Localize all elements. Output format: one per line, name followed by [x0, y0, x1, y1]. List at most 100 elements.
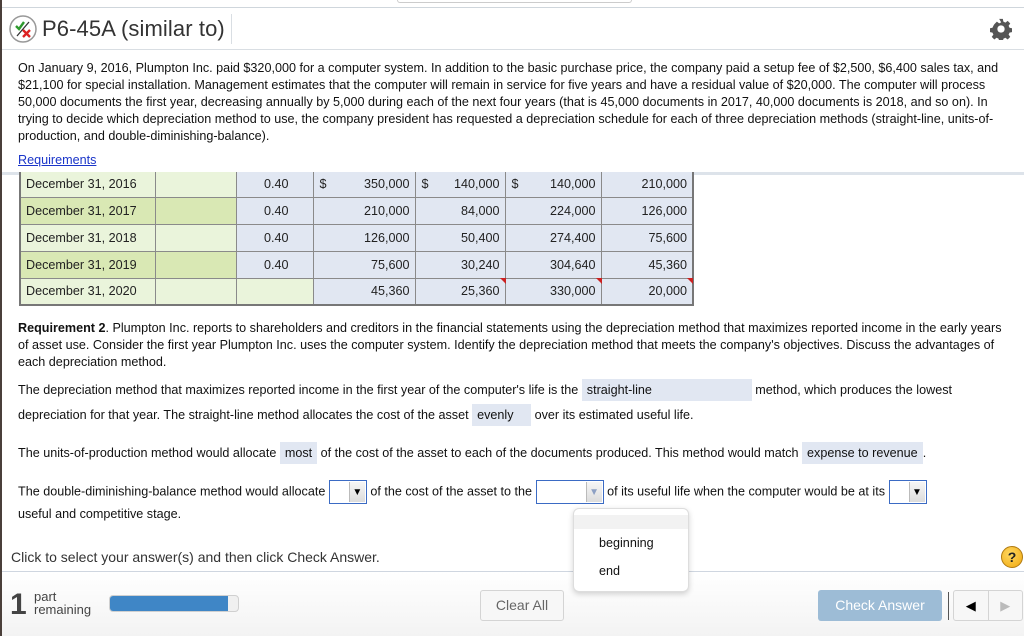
sentence-text: over its estimated useful life.: [534, 408, 694, 422]
help-icon[interactable]: ?: [1001, 546, 1023, 568]
cell-value: 75,600: [648, 230, 687, 245]
sentence-2: depreciation for that year. The straight…: [18, 404, 694, 426]
cell-rate: 0.40: [235, 223, 314, 252]
cell-depreciation: 25,360: [414, 277, 506, 306]
requirement-2: Requirement 2. Plumpton Inc. reports to …: [18, 320, 1008, 371]
table-row: December 31, 2020 45,360 25,360 330,000 20,0…: [19, 277, 694, 306]
window-edge: [0, 0, 2, 636]
cell-book-value-begin: 45,360: [312, 277, 416, 306]
cell-blank: [154, 172, 237, 198]
cell-rate: [235, 277, 314, 306]
partially-correct-icon: [9, 15, 37, 43]
life-stage-dropdown[interactable]: ▼: [535, 480, 604, 504]
sentence-text: The double-diminishing-balance method wo…: [18, 484, 326, 499]
answer-amount-dropdown[interactable]: most: [279, 442, 318, 464]
cell-blank: [154, 277, 237, 306]
problem-text: On January 9, 2016, Plumpton Inc. paid $…: [18, 61, 999, 143]
requirement-2-text: . Plumpton Inc. reports to shareholders …: [18, 321, 1002, 369]
question-nav: ◀ ▶: [953, 590, 1023, 621]
cell-value: 45,360: [370, 284, 410, 299]
sentence-4-continued: useful and competitive stage.: [18, 507, 181, 521]
sentence-text: method, which produces the lowest: [755, 383, 953, 397]
chevron-down-icon[interactable]: ▼: [908, 482, 925, 502]
cell-rate: 0.40: [235, 172, 314, 198]
progress-fill: [110, 596, 228, 611]
cell-accumulated: $140,000: [504, 172, 602, 198]
parts-remaining-label: part remaining: [34, 590, 91, 616]
answer-match-dropdown[interactable]: expense to revenue: [802, 442, 923, 464]
cell-depreciation: 50,400: [414, 223, 506, 252]
allocation-amount-dropdown[interactable]: ▼: [328, 480, 367, 504]
cell-rate: 0.40: [235, 196, 314, 225]
question-header: P6-45A (similar to): [2, 8, 1024, 50]
requirements-link[interactable]: Requirements: [18, 152, 96, 169]
cell-book-value-begin: $350,000: [312, 172, 416, 198]
cell-value: 274,400: [549, 230, 596, 245]
cell-accumulated: 274,400: [504, 223, 602, 252]
sentence-text: .: [922, 446, 927, 460]
cell-value: 304,640: [549, 257, 596, 272]
cell-depreciation: $140,000: [414, 172, 506, 198]
cell-date: December 31, 2017: [19, 196, 156, 225]
depreciation-schedule-table: December 31, 2016 0.40 $350,000 $140,000 $14…: [19, 172, 694, 306]
cell-date: December 31, 2019: [19, 250, 156, 279]
cell-book-value-end: 126,000: [600, 196, 694, 225]
sentence-text: of the cost of the asset to the: [370, 484, 533, 499]
footer-bar: 1 part remaining Clear All Check Answer …: [2, 572, 1024, 636]
next-question-button[interactable]: ▶: [989, 591, 1023, 620]
cell-date: December 31, 2016: [19, 172, 156, 198]
answer-allocation-dropdown[interactable]: evenly: [472, 404, 532, 426]
cell-value: 210,000: [363, 203, 410, 218]
clear-all-button[interactable]: Clear All: [480, 590, 564, 621]
cell-book-value-end: 75,600: [600, 223, 694, 252]
cell-value: 350,000: [363, 177, 410, 192]
check-answer-button[interactable]: Check Answer: [818, 590, 942, 621]
cell-blank: [154, 196, 237, 225]
sentence-4: The double-diminishing-balance method wo…: [18, 480, 927, 504]
cell-value: 30,240: [460, 257, 500, 272]
cell-value: 75,600: [370, 257, 410, 272]
cell-value: 84,000: [460, 203, 500, 218]
progress-bar: [109, 595, 239, 612]
requirement-2-label: Requirement 2: [18, 321, 106, 335]
instruction-text: Click to select your answer(s) and then …: [11, 549, 380, 565]
gear-icon[interactable]: [990, 18, 1012, 40]
cell-depreciation: 84,000: [414, 196, 506, 225]
previous-question-button[interactable]: ◀: [954, 591, 989, 620]
sentence-1: The depreciation method that maximizes r…: [18, 379, 952, 401]
cell-blank: [154, 250, 237, 279]
sentence-text: useful and competitive stage.: [18, 507, 182, 521]
cell-blank: [154, 223, 237, 252]
table-row: December 31, 2016 0.40 $350,000 $140,000 $14…: [19, 172, 694, 198]
parts-remaining-count: 1: [10, 588, 27, 621]
sentence-text: of its useful life when the computer wou…: [607, 484, 885, 499]
cell-value: 126,000: [641, 203, 687, 218]
cell-value: 25,360: [460, 284, 500, 299]
table-row: December 31, 2017 0.40 210,000 84,000 224,00…: [19, 196, 694, 225]
cell-value: 50,400: [460, 230, 500, 245]
cell-date: December 31, 2018: [19, 223, 156, 252]
cell-book-value-end: 45,360: [600, 250, 694, 279]
sentence-text: The depreciation method that maximizes r…: [18, 383, 579, 397]
cell-accumulated: 304,640: [504, 250, 602, 279]
dropdown-option-blank[interactable]: [574, 515, 688, 529]
answer-method-dropdown[interactable]: straight-line: [581, 379, 752, 401]
top-tab-strip: [397, 0, 632, 3]
cell-accumulated: 224,000: [504, 196, 602, 225]
dropdown-option[interactable]: beginning: [574, 529, 688, 557]
sentence-text: of the cost of the asset to each of the …: [320, 446, 799, 460]
parts-label-line: remaining: [34, 602, 92, 617]
divider: [948, 592, 949, 620]
cell-value: 140,000: [453, 177, 500, 192]
chevron-down-icon[interactable]: ▼: [348, 482, 365, 502]
chevron-down-icon[interactable]: ▼: [585, 482, 602, 502]
sentence-text: depreciation for that year. The straight…: [18, 408, 469, 422]
sentence-3: The units-of-production method would all…: [18, 442, 926, 464]
cell-book-value-end: 210,000: [600, 172, 694, 198]
cell-depreciation: 30,240: [414, 250, 506, 279]
cell-value: 126,000: [363, 230, 410, 245]
cell-value: 224,000: [549, 203, 596, 218]
cell-date: December 31, 2020: [19, 277, 156, 306]
dropdown-option[interactable]: end: [574, 557, 688, 585]
competitive-stage-dropdown[interactable]: ▼: [888, 480, 927, 504]
